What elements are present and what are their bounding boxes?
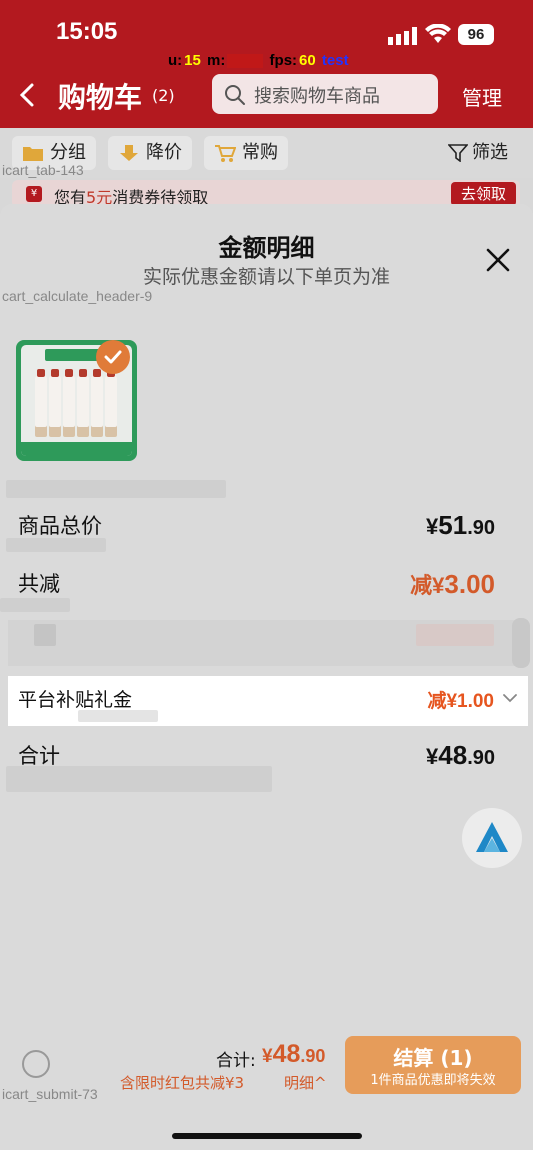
platform-subsidy-label: 平台补贴礼金	[18, 689, 133, 711]
sum-value: ¥48.90	[426, 740, 495, 771]
reduction-prefix: 减	[410, 573, 433, 598]
checkout-label: 结算 (1)	[393, 1046, 473, 1070]
discount-note: 含限时红包共减¥3	[120, 1074, 245, 1092]
detail-toggle-link[interactable]: 明细^	[284, 1072, 327, 1093]
bottom-total-dec: .90	[300, 1046, 326, 1066]
debug-m-value	[227, 54, 264, 69]
scroll-handle[interactable]	[512, 618, 530, 668]
home-indicator	[172, 1133, 362, 1139]
folder-icon	[23, 147, 43, 161]
reduction-amount: 3.00	[444, 569, 495, 599]
sum-int: 48	[438, 740, 468, 770]
selected-check-badge[interactable]	[96, 340, 130, 374]
sum-dec: .90	[467, 747, 495, 769]
filter-label: 筛选	[472, 142, 508, 163]
total-price-yen: ¥	[426, 514, 439, 539]
assistant-logo-icon	[476, 822, 508, 852]
check-icon	[104, 350, 122, 364]
floating-assistant-button[interactable]	[462, 808, 522, 868]
status-time: 15:05	[56, 18, 118, 45]
checkout-subtext: 1件商品优惠即将失效	[370, 1073, 496, 1088]
total-price-label: 商品总价	[18, 514, 102, 538]
cart-count: (2)	[152, 86, 175, 105]
bottle-image	[63, 369, 75, 437]
debug-test-label: test	[321, 52, 349, 69]
chevron-down-icon	[503, 694, 517, 703]
page-title: 购物车	[58, 81, 143, 114]
bottle-image	[77, 369, 89, 437]
sum-yen: ¥	[426, 744, 439, 769]
select-all-checkbox[interactable]	[22, 1050, 50, 1078]
debug-fps-value: 60	[299, 52, 316, 69]
debug-u-value: 15	[184, 52, 201, 69]
redacted-text	[78, 710, 158, 722]
debug-u-label: u:	[168, 52, 183, 69]
total-price-int: 51	[438, 510, 468, 540]
reduction-value: 减¥3.00	[410, 568, 495, 600]
reduction-yen: ¥	[432, 573, 445, 598]
app-header: 15:05 96 u: 15 m: fps: 60 test 购物车 (2) 搜…	[0, 0, 533, 128]
nav-bar: 购物车 (2) 搜索购物车商品 管理	[0, 70, 533, 120]
tab-price-drop-label: 降价	[146, 142, 182, 163]
total-price-value: ¥51.90	[426, 510, 495, 541]
platform-subsidy-row[interactable]: 平台补贴礼金 减¥1.00	[8, 676, 528, 726]
bottle-image	[49, 369, 61, 437]
tab-frequent-label: 常购	[242, 142, 278, 163]
battery-indicator: 96	[458, 24, 494, 45]
sheet-subtitle: 实际优惠金额请以下单页为准	[142, 266, 390, 288]
platform-subsidy-value: 减¥1.00	[427, 691, 494, 712]
debug-m-label: m:	[207, 52, 226, 69]
close-icon[interactable]	[484, 246, 512, 274]
price-drop-icon	[120, 145, 138, 161]
tabs-bar: 分组 降价 常购 筛选 icart_tab-143	[0, 128, 533, 178]
search-placeholder: 搜索购物车商品	[254, 86, 380, 107]
redacted-text	[6, 538, 106, 552]
bottle-image	[91, 369, 103, 437]
debug-tag-header: cart_calculate_header-9	[2, 288, 153, 304]
debug-fps-label: fps:	[269, 52, 298, 69]
tab-price-drop[interactable]: 降价	[108, 136, 192, 170]
reduction-label: 共减	[18, 572, 60, 596]
redacted-text	[6, 766, 272, 792]
coupon-icon: ¥	[26, 186, 42, 202]
tab-group-label: 分组	[50, 142, 86, 163]
bottom-total-yen: ¥	[262, 1046, 273, 1067]
cart-icon	[215, 145, 236, 162]
bottle-image	[35, 369, 47, 437]
redacted-text	[0, 598, 70, 612]
bottle-image	[105, 369, 117, 437]
sheet-title: 金额明细	[218, 234, 315, 262]
wifi-icon	[425, 24, 451, 43]
product-image-footer	[21, 442, 132, 456]
debug-tag-tab: icart_tab-143	[2, 162, 84, 178]
search-icon	[225, 85, 245, 105]
bottom-total-int: 48	[272, 1040, 301, 1068]
redacted-value	[416, 624, 494, 646]
tab-frequent[interactable]: 常购	[204, 136, 288, 170]
checkout-button[interactable]: 结算 (1) 1件商品优惠即将失效	[345, 1036, 521, 1094]
signal-icon	[388, 27, 417, 45]
filter-icon	[448, 144, 468, 162]
manage-button[interactable]: 管理	[462, 82, 502, 111]
debug-tag-submit: icart_submit-73	[2, 1086, 98, 1102]
back-arrow-icon[interactable]	[16, 82, 38, 108]
search-input[interactable]: 搜索购物车商品	[212, 74, 438, 114]
redacted-text	[6, 480, 226, 498]
claim-coupon-button[interactable]: 去领取	[450, 182, 516, 206]
amount-detail-sheet: 金额明细 实际优惠金额请以下单页为准 cart_calculate_header…	[0, 204, 533, 1150]
redacted-icon	[34, 624, 56, 646]
total-price-dec: .90	[467, 517, 495, 539]
debug-overlay: u: 15 m: fps: 60 test	[168, 52, 351, 69]
status-bar: 15:05 96 u: 15 m: fps: 60 test	[0, 0, 533, 69]
filter-button[interactable]: 筛选	[448, 136, 508, 170]
bottom-total-amount: ¥48.90	[262, 1040, 325, 1069]
bottom-total-label: 合计:	[216, 1051, 256, 1071]
